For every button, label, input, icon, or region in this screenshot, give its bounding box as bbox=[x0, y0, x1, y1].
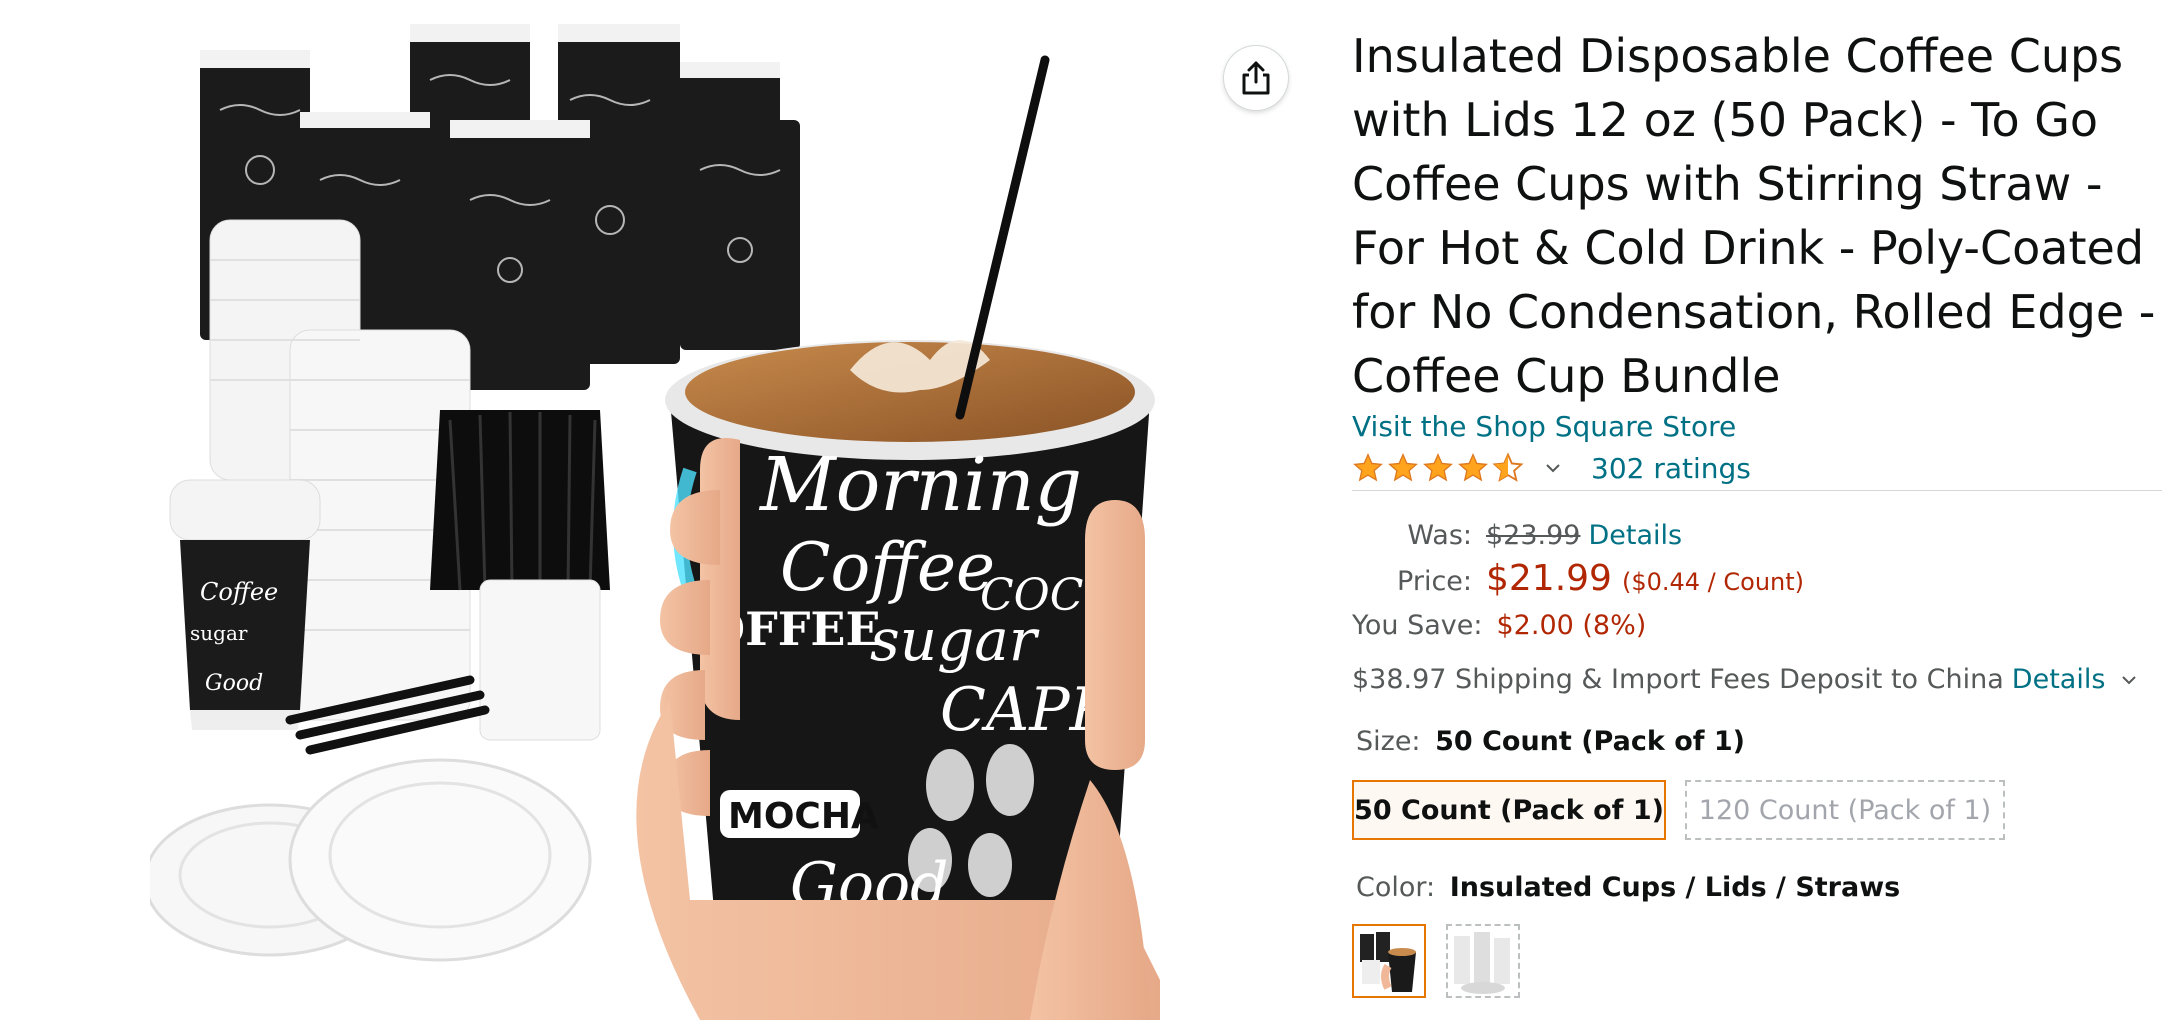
shipping-details-link[interactable]: Details bbox=[2012, 664, 2106, 695]
was-price: $23.99 bbox=[1486, 520, 1581, 551]
size-option-50-count[interactable]: 50 Count (Pack of 1) bbox=[1352, 780, 1666, 840]
color-swatch-selected[interactable] bbox=[1352, 924, 1426, 998]
color-label: Color: bbox=[1356, 872, 1436, 903]
star-full-icon bbox=[1458, 453, 1488, 482]
color-label-row: Color: Insulated Cups / Lids / Straws bbox=[1356, 872, 1900, 903]
svg-text:Coffee: Coffee bbox=[780, 529, 995, 606]
price-label: Price: bbox=[1397, 566, 1472, 597]
was-price-row: Was: $23.99 Details bbox=[1352, 520, 1682, 551]
current-price: $21.99 bbox=[1486, 558, 1612, 599]
unit-price: ($0.44 / Count) bbox=[1621, 568, 1805, 596]
size-selected-value: 50 Count (Pack of 1) bbox=[1435, 726, 1746, 757]
shipping-text: $38.97 Shipping & Import Fees Deposit to… bbox=[1352, 664, 2004, 695]
small-cup: Coffee sugar Good bbox=[169, 479, 321, 730]
shipping-row: $38.97 Shipping & Import Fees Deposit to… bbox=[1352, 664, 2137, 695]
product-title: Insulated Disposable Coffee Cups with Li… bbox=[1352, 29, 2156, 403]
svg-text:Morning: Morning bbox=[758, 442, 1082, 528]
save-amount: $2.00 (8%) bbox=[1496, 610, 1647, 641]
loose-lids bbox=[143, 758, 592, 962]
was-details-link[interactable]: Details bbox=[1588, 520, 1682, 551]
star-rating[interactable] bbox=[1352, 452, 1591, 484]
share-icon bbox=[1242, 61, 1270, 95]
size-label: Size: bbox=[1356, 726, 1421, 757]
divider bbox=[1352, 490, 2162, 491]
star-half-icon bbox=[1492, 452, 1524, 482]
ratings-count-link[interactable]: 302 ratings bbox=[1591, 452, 1751, 485]
color-selected-value: Insulated Cups / Lids / Straws bbox=[1449, 872, 1901, 903]
color-swatch-alternate[interactable] bbox=[1446, 924, 1520, 998]
swatch-thumbnail-cups bbox=[1354, 926, 1424, 996]
rating-row: 302 ratings bbox=[1352, 448, 1751, 488]
share-button[interactable] bbox=[1224, 46, 1288, 110]
save-label: You Save: bbox=[1352, 610, 1483, 641]
svg-text:MOCHA: MOCHA bbox=[728, 796, 879, 837]
price-row: Price: $21.99 ($0.44 / Count) bbox=[1352, 558, 1804, 599]
savings-row: You Save: $2.00 (8%) bbox=[1352, 610, 1646, 641]
was-label: Was: bbox=[1407, 520, 1472, 551]
store-link[interactable]: Visit the Shop Square Store bbox=[1352, 410, 1736, 443]
star-full-icon bbox=[1353, 453, 1383, 482]
star-full-icon bbox=[1388, 453, 1418, 482]
size-option-120-count[interactable]: 120 Count (Pack of 1) bbox=[1685, 780, 2005, 840]
svg-text:Good: Good bbox=[205, 671, 263, 696]
product-photo: Coffee sugar Good Morning Coffee OFFEE s… bbox=[143, 24, 1180, 1020]
product-info: Insulated Disposable Coffee Cups with Li… bbox=[1352, 24, 2172, 408]
star-full-icon bbox=[1423, 453, 1453, 482]
chevron-down-icon[interactable] bbox=[2121, 674, 2137, 686]
svg-text:Coffee: Coffee bbox=[200, 578, 278, 606]
chevron-down-icon bbox=[1546, 464, 1560, 473]
size-label-row: Size: 50 Count (Pack of 1) bbox=[1356, 726, 1745, 757]
product-image[interactable]: Coffee sugar Good Morning Coffee OFFEE s… bbox=[143, 20, 1180, 1026]
svg-text:sugar: sugar bbox=[190, 621, 248, 645]
swatch-thumbnail-white-cups bbox=[1448, 926, 1518, 996]
